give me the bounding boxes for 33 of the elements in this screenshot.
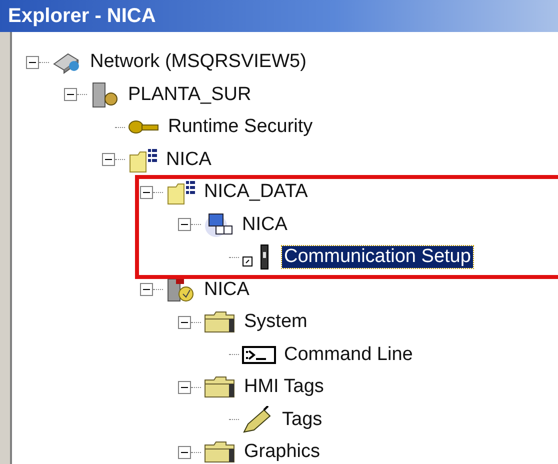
tree-item[interactable]: HMI Tags xyxy=(242,376,326,398)
collapse-box[interactable] xyxy=(26,56,39,69)
tree-item[interactable]: PLANTA_SUR xyxy=(126,84,254,106)
folder-list-icon xyxy=(128,146,158,173)
collapse-box[interactable] xyxy=(178,218,191,232)
collapse-box[interactable] xyxy=(178,380,191,394)
tree-item[interactable]: Communication Setup xyxy=(282,246,473,268)
folder-icon xyxy=(204,376,236,398)
folder-list-icon xyxy=(166,179,196,206)
folder-icon xyxy=(204,311,236,334)
window-title: Explorer - NICA xyxy=(0,0,558,32)
computer-icon xyxy=(204,212,234,238)
tree-item[interactable]: Graphics xyxy=(242,441,322,464)
collapse-box[interactable] xyxy=(178,316,191,329)
tree-item[interactable]: Command Line xyxy=(282,344,415,366)
tree-item[interactable]: Runtime Security xyxy=(166,116,315,138)
tree-item[interactable]: NICA_DATA xyxy=(202,181,310,204)
key-icon xyxy=(128,120,160,134)
tree-item[interactable]: Network (MSQRSVIEW5) xyxy=(88,51,308,74)
server-icon xyxy=(90,82,120,108)
folder-icon xyxy=(204,441,236,464)
terminal-icon xyxy=(242,344,276,365)
collapse-box[interactable] xyxy=(64,88,77,102)
tree-item[interactable]: Tags xyxy=(280,408,324,431)
collapse-box[interactable] xyxy=(102,153,115,166)
tree-item[interactable]: System xyxy=(242,311,310,334)
computer-clock-icon xyxy=(166,276,196,303)
collapse-box[interactable] xyxy=(178,446,191,459)
tree-item[interactable]: NICA xyxy=(164,148,214,171)
tree-item[interactable]: NICA xyxy=(240,214,290,236)
tree-item[interactable]: NICA xyxy=(202,278,252,301)
collapse-box[interactable] xyxy=(140,283,153,296)
collapse-box[interactable] xyxy=(140,186,153,199)
